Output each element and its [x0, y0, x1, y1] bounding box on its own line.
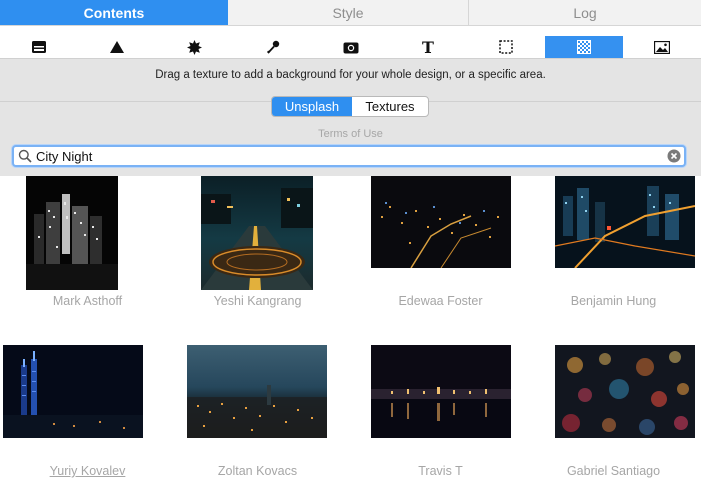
- triangle-icon[interactable]: [78, 36, 156, 58]
- photo-card: Zoltan Kovacs: [170, 344, 345, 482]
- camera-icon[interactable]: [312, 36, 390, 58]
- source-option-textures[interactable]: Textures: [352, 97, 428, 116]
- photo-thumbnail[interactable]: [3, 345, 143, 438]
- photo-card: Mark Asthoff: [0, 176, 175, 316]
- photo-thumbnail[interactable]: [555, 345, 695, 438]
- tab-contents[interactable]: Contents: [0, 0, 228, 25]
- photo-author[interactable]: Yuriy Kovalev: [0, 464, 175, 478]
- search-field: [12, 145, 686, 167]
- clear-search-icon[interactable]: [667, 149, 681, 168]
- texture-icon[interactable]: [545, 36, 624, 58]
- photo-thumbnail[interactable]: [187, 345, 327, 438]
- text-icon[interactable]: T: [389, 36, 467, 58]
- brush-icon[interactable]: [234, 36, 312, 58]
- tab-style[interactable]: Style: [228, 0, 469, 25]
- hint-text: Drag a texture to add a background for y…: [155, 69, 546, 81]
- photo-thumbnail[interactable]: [371, 176, 511, 268]
- svg-text:T: T: [422, 40, 434, 54]
- photo-thumbnail[interactable]: [26, 176, 118, 290]
- starburst-icon[interactable]: [156, 36, 234, 58]
- photo-author[interactable]: Benjamin Hung: [526, 294, 701, 308]
- photo-card: Travis T: [353, 344, 528, 482]
- photo-author[interactable]: Gabriel Santiago: [526, 464, 701, 478]
- panel-tabs: Contents Style Log: [0, 0, 701, 26]
- photo-thumbnail[interactable]: [371, 345, 511, 438]
- tab-log[interactable]: Log: [469, 0, 701, 25]
- photo-author[interactable]: Travis T: [353, 464, 528, 478]
- texture-controls: Drag a texture to add a background for y…: [0, 58, 701, 176]
- photo-thumbnail[interactable]: [201, 176, 313, 290]
- photo-card: Yuriy Kovalev: [0, 344, 175, 482]
- selection-icon[interactable]: [467, 36, 545, 58]
- source-switch: Unsplash Textures: [271, 96, 429, 117]
- photo-card: Yeshi Kangrang: [170, 176, 345, 316]
- image-icon[interactable]: [623, 36, 701, 58]
- tool-toolbar: T: [0, 36, 701, 58]
- search-input[interactable]: [36, 148, 656, 164]
- photo-author[interactable]: Zoltan Kovacs: [170, 464, 345, 478]
- terms-of-use-link[interactable]: Terms of Use: [0, 128, 701, 140]
- search-icon: [18, 149, 32, 168]
- photo-author[interactable]: Yeshi Kangrang: [170, 294, 345, 308]
- photo-thumbnail[interactable]: [555, 176, 695, 268]
- photo-card: Gabriel Santiago: [526, 344, 701, 482]
- photo-grid: Mark Asthoff Yeshi Kangrang Edewaa Foste…: [0, 176, 701, 482]
- photo-card: Edewaa Foster: [353, 176, 528, 316]
- photo-card: Benjamin Hung: [526, 176, 701, 316]
- source-option-unsplash[interactable]: Unsplash: [272, 97, 352, 116]
- photo-author[interactable]: Mark Asthoff: [0, 294, 175, 308]
- photo-author[interactable]: Edewaa Foster: [353, 294, 528, 308]
- texture-panel: Contents Style Log T Drag a texture to a…: [0, 0, 701, 482]
- layers-icon[interactable]: [0, 36, 78, 58]
